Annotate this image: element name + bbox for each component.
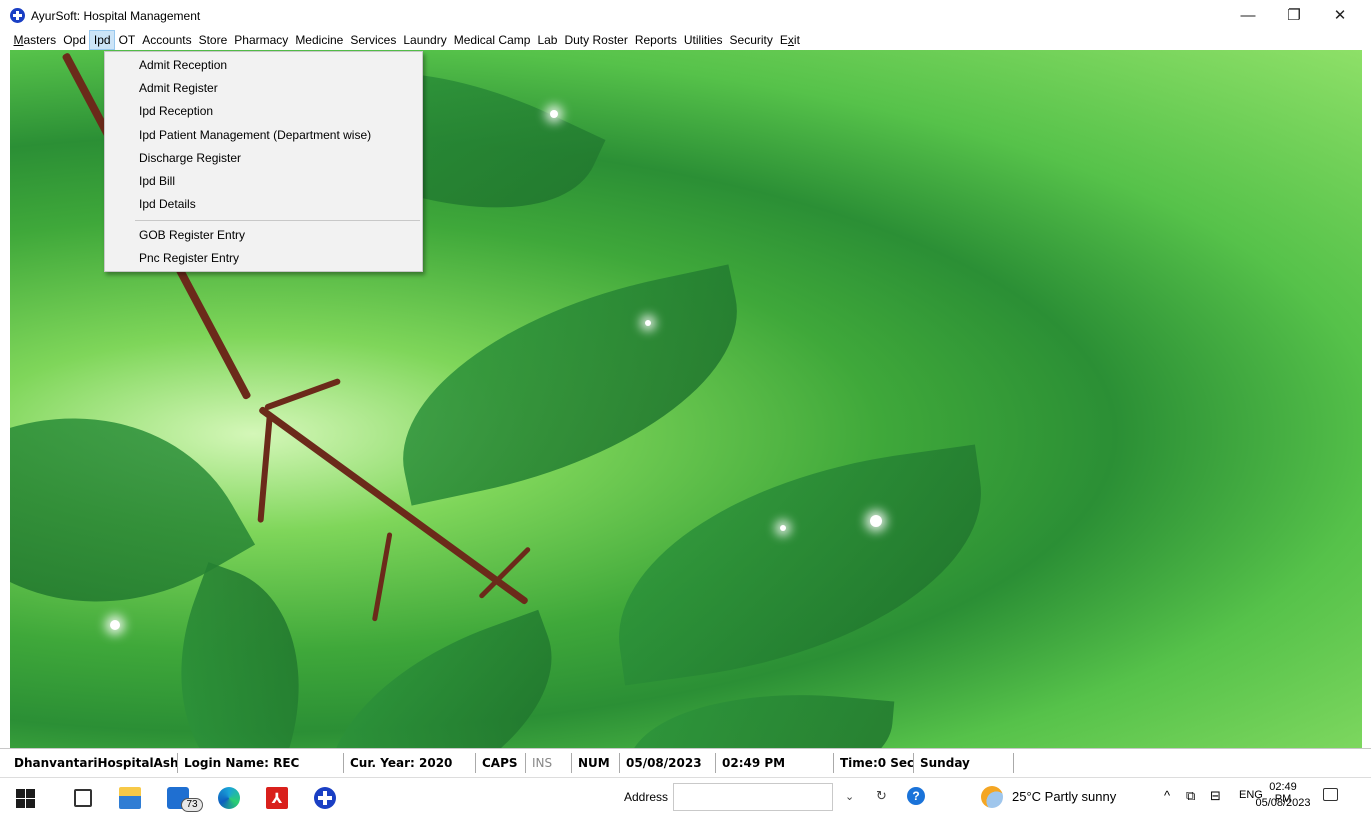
ayursoft-taskbar-icon[interactable]	[314, 787, 336, 809]
status-timer: Time:0 Secc	[836, 753, 914, 773]
wallpaper-leaf	[293, 609, 587, 748]
app-logo-icon	[10, 8, 25, 23]
wallpaper-sparkle	[110, 620, 120, 630]
menu-lab[interactable]: Lab	[534, 30, 561, 50]
wallpaper-sparkle	[645, 320, 651, 326]
menu-opd[interactable]: Opd	[60, 30, 90, 50]
window-title: AyurSoft: Hospital Management	[31, 9, 201, 23]
weather-text[interactable]: 25°C Partly sunny	[1012, 789, 1116, 804]
menu-masters[interactable]: Masters	[10, 30, 60, 50]
address-label: Address	[624, 790, 669, 804]
ipd-dropdown-menu: Admit Reception Admit Register Ipd Recep…	[104, 51, 423, 272]
menu-duty-roster[interactable]: Duty Roster	[561, 30, 631, 50]
file-explorer-icon[interactable]	[119, 787, 141, 809]
menu-item-admit-register[interactable]: Admit Register	[139, 81, 218, 95]
camera-icon[interactable]: ⧉	[1186, 788, 1195, 804]
wallpaper-leaf	[625, 678, 895, 748]
menu-security[interactable]: Security	[726, 30, 776, 50]
menu-item-ipd-reception[interactable]: Ipd Reception	[139, 104, 213, 118]
wallpaper-sparkle	[550, 110, 558, 118]
menu-laundry[interactable]: Laundry	[400, 30, 450, 50]
wallpaper-leaf	[140, 562, 340, 748]
close-button[interactable]: ✕	[1317, 0, 1363, 30]
minimize-button[interactable]: —	[1225, 0, 1271, 30]
network-icon[interactable]: ⊟	[1210, 788, 1221, 804]
status-ins: INS	[528, 753, 572, 773]
address-input[interactable]	[673, 783, 833, 811]
wallpaper-branch	[371, 532, 393, 622]
menu-exit[interactable]: Exit	[776, 30, 803, 50]
status-num: NUM	[574, 753, 620, 773]
tray-expand-icon[interactable]: ^	[1164, 788, 1170, 803]
maximize-button[interactable]: ❐	[1271, 0, 1317, 30]
title-bar: AyurSoft: Hospital Management — ❐ ✕	[0, 0, 1371, 30]
menu-services[interactable]: Services	[347, 30, 400, 50]
status-login-name: Login Name: REC	[180, 753, 344, 773]
clock-date[interactable]: 05/08/2023	[1255, 797, 1311, 809]
menu-item-discharge-register[interactable]: Discharge Register	[139, 151, 241, 165]
windows-taskbar: ⅄ Address ⌄ ↻ ? 25°C Partly sunny ^ ⧉ ⊟ …	[0, 777, 1371, 815]
wallpaper-branch	[257, 412, 273, 523]
menu-item-gob-register-entry[interactable]: GOB Register Entry	[139, 228, 245, 242]
chevron-down-icon[interactable]: ⌄	[845, 790, 854, 803]
status-current-year: Cur. Year: 2020	[346, 753, 476, 773]
mail-badge: 73	[181, 798, 203, 812]
menu-item-pnc-register-entry[interactable]: Pnc Register Entry	[139, 251, 239, 265]
help-icon[interactable]: ?	[907, 787, 925, 805]
wallpaper-branch	[263, 377, 342, 411]
menu-pharmacy[interactable]: Pharmacy	[231, 30, 292, 50]
windows-start-icon[interactable]	[14, 787, 36, 809]
status-bar: DhanvantariHospitalAsht Login Name: REC …	[0, 748, 1371, 774]
pdf-reader-icon[interactable]: ⅄	[266, 787, 288, 809]
edge-browser-icon[interactable]	[218, 787, 240, 809]
notification-icon[interactable]	[1323, 788, 1338, 801]
menu-item-ipd-bill[interactable]: Ipd Bill	[139, 174, 175, 188]
menu-item-admit-reception[interactable]: Admit Reception	[139, 58, 227, 72]
menu-ot[interactable]: OT	[115, 30, 139, 50]
task-view-icon[interactable]	[74, 789, 92, 807]
menu-item-ipd-details[interactable]: Ipd Details	[139, 197, 196, 211]
menu-utilities[interactable]: Utilities	[680, 30, 726, 50]
wallpaper-sparkle	[780, 525, 786, 531]
menu-reports[interactable]: Reports	[631, 30, 680, 50]
status-date: 05/08/2023	[622, 753, 716, 773]
status-time: 02:49 PM	[718, 753, 834, 773]
partly-sunny-icon[interactable]	[981, 786, 1003, 808]
menu-separator	[135, 220, 420, 221]
status-caps: CAPS	[478, 753, 526, 773]
status-hospital-name: DhanvantariHospitalAsht	[10, 753, 178, 773]
wallpaper-sparkle	[870, 515, 882, 527]
menu-medical-camp[interactable]: Medical Camp	[450, 30, 534, 50]
menu-ipd[interactable]: Ipd	[89, 30, 116, 50]
wallpaper-leaf	[376, 264, 764, 506]
wallpaper-leaf	[598, 444, 1002, 686]
menu-medicine[interactable]: Medicine	[292, 30, 347, 50]
menu-store[interactable]: Store	[195, 30, 231, 50]
menu-item-ipd-patient-management[interactable]: Ipd Patient Management (Department wise)	[139, 128, 371, 142]
menu-bar: Masters Opd Ipd OT Accounts Store Pharma…	[0, 30, 1371, 50]
status-day: Sunday	[916, 753, 1014, 773]
menu-accounts[interactable]: Accounts	[139, 30, 195, 50]
refresh-icon[interactable]: ↻	[876, 788, 887, 804]
